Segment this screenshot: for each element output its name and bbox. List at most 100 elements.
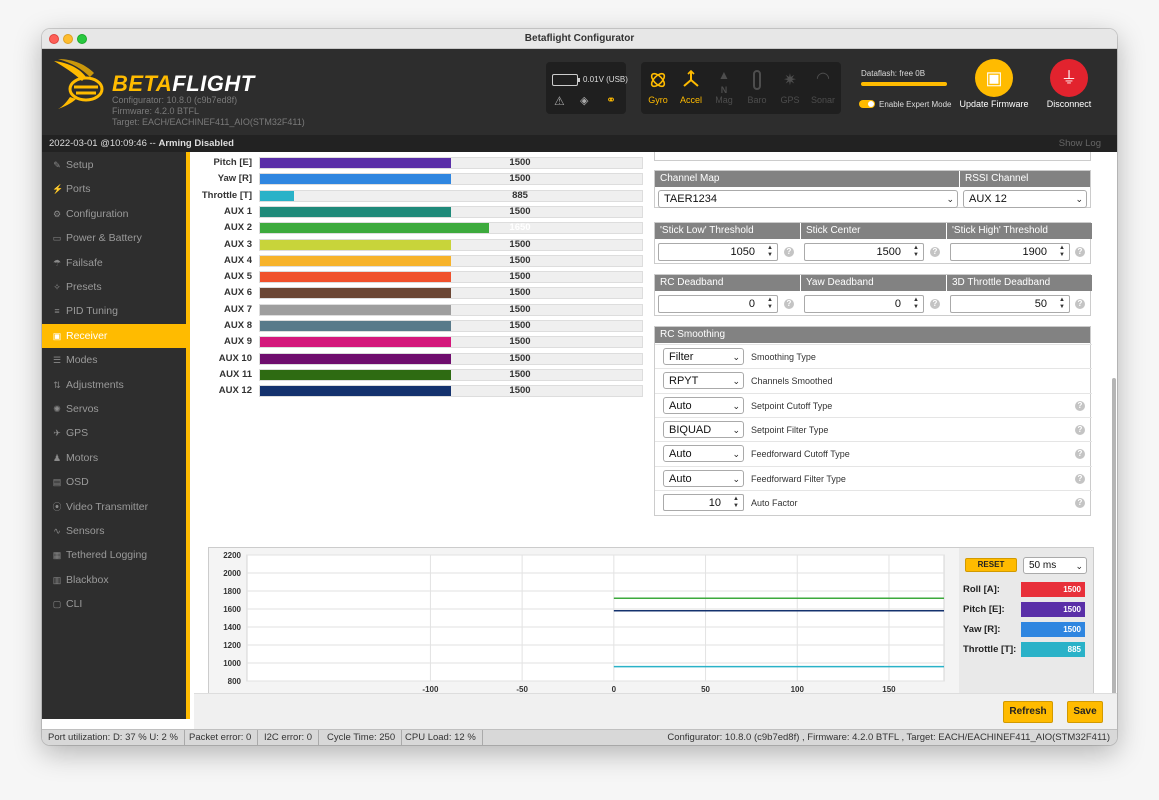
help-icon[interactable]: ? bbox=[1075, 400, 1085, 411]
sidebar-item-blackbox[interactable]: ▥ Blackbox bbox=[42, 568, 190, 592]
stick-low-input[interactable]: 1050 ▲ ▼ bbox=[658, 243, 778, 261]
status-timestamp: 2022-03-01 @10:09:46 -- bbox=[49, 138, 159, 149]
stick-low-header: 'Stick Low' Threshold bbox=[655, 223, 800, 239]
close-window-button[interactable] bbox=[49, 34, 59, 44]
sensor-label: Mag bbox=[715, 95, 733, 105]
sidebar-item-configuration[interactable]: ⚙ Configuration bbox=[42, 202, 190, 226]
sidebar-item-label: Failsafe bbox=[66, 256, 103, 269]
channel-bar: 1500 bbox=[259, 336, 643, 349]
graph-controls: RESET 50 ms ⌄ Roll [A]: 1500 Pitch [E]: 1500… bbox=[959, 548, 1093, 699]
channel-bar: 1500 bbox=[259, 368, 643, 381]
content-scrollbar[interactable] bbox=[1111, 152, 1117, 719]
help-icon[interactable]: ? bbox=[930, 299, 940, 309]
sidebar-item-label: Receiver bbox=[66, 329, 108, 342]
channel-row: AUX 12 1500 bbox=[194, 384, 654, 400]
smoothing-select[interactable]: RPYT ⌄ bbox=[663, 372, 744, 390]
channel-map-header: Channel Map bbox=[655, 171, 959, 187]
parachute-icon: ☂ bbox=[52, 257, 62, 268]
channel-value: 1500 bbox=[509, 368, 531, 380]
sidebar-item-modes[interactable]: ☰ Modes bbox=[42, 348, 190, 372]
smoothing-select[interactable]: BIQUAD ⌄ bbox=[663, 420, 744, 438]
channel-map-select[interactable]: TAER1234 ⌄ bbox=[658, 190, 958, 208]
sidebar-item-setup[interactable]: ✎ Setup bbox=[42, 153, 190, 177]
disconnect-button[interactable]: ⏚ Disconnect bbox=[1034, 59, 1104, 110]
rssi-channel-select[interactable]: AUX 12 ⌄ bbox=[963, 190, 1087, 208]
sidebar-item-servos[interactable]: ✺ Servos bbox=[42, 397, 190, 421]
expert-mode-toggle[interactable] bbox=[859, 100, 875, 108]
sonar-icon: ◠ bbox=[816, 70, 830, 87]
sidebar-item-gps[interactable]: ✈ GPS bbox=[42, 421, 190, 445]
channel-value: 1650 bbox=[509, 222, 531, 234]
yaw-deadband-header: Yaw Deadband bbox=[801, 275, 946, 291]
help-icon[interactable]: ? bbox=[1075, 247, 1085, 257]
channel-name: AUX 8 bbox=[224, 320, 252, 331]
show-log-link[interactable]: Show Log bbox=[1059, 135, 1101, 152]
sidebar-item-tethered-logging[interactable]: ▦ Tethered Logging bbox=[42, 543, 190, 567]
sidebar-item-cli[interactable]: ▢ CLI bbox=[42, 592, 190, 616]
sidebar-item-ports[interactable]: ⚡ Ports bbox=[42, 177, 190, 201]
channel-bar: 1500 bbox=[259, 352, 643, 365]
minimize-window-button[interactable] bbox=[63, 34, 73, 44]
refresh-button[interactable]: Refresh bbox=[1003, 701, 1053, 723]
sidebar-item-presets[interactable]: ✧ Presets bbox=[42, 275, 190, 299]
sidebar-item-label: CLI bbox=[66, 598, 83, 611]
help-icon[interactable]: ? bbox=[784, 299, 794, 309]
update-firmware-button[interactable]: ▣ Update Firmware bbox=[959, 59, 1029, 110]
sidebar-item-osd[interactable]: ▤ OSD bbox=[42, 470, 190, 494]
legend-label: Throttle [T]: bbox=[963, 644, 1017, 655]
smoothing-select[interactable]: Auto ⌄ bbox=[663, 469, 744, 487]
smoothing-select-value: Auto bbox=[669, 448, 692, 461]
sidebar-item-video-transmitter[interactable]: ⦿ Video Transmitter bbox=[42, 495, 190, 519]
log-icon: ▦ bbox=[52, 550, 62, 561]
sensor-panel: Gyro Accel ▲ N Mag Baro ✷ GPS ◠ Sonar bbox=[641, 62, 841, 114]
sidebar-item-label: OSD bbox=[66, 476, 89, 489]
help-icon[interactable]: ? bbox=[1075, 449, 1085, 460]
sidebar-item-failsafe[interactable]: ☂ Failsafe bbox=[42, 251, 190, 275]
help-icon[interactable]: ? bbox=[1075, 424, 1085, 435]
rc-deadband-input[interactable]: 0 ▲ ▼ bbox=[658, 295, 778, 313]
smoothing-select[interactable]: Auto ⌄ bbox=[663, 445, 744, 463]
sidebar-item-sensors[interactable]: ∿ Sensors bbox=[42, 519, 190, 543]
stick-high-input[interactable]: 1900 ▲ ▼ bbox=[950, 243, 1070, 261]
auto-factor-input[interactable]: 10 ▲ ▼ bbox=[663, 493, 744, 511]
reset-button[interactable]: RESET bbox=[965, 558, 1017, 572]
channel-name: AUX 3 bbox=[224, 238, 252, 250]
sidebar-item-receiver[interactable]: ▣ Receiver bbox=[42, 323, 190, 348]
sidebar-item-pid-tuning[interactable]: ≡ PID Tuning bbox=[42, 299, 190, 323]
save-button[interactable]: Save bbox=[1067, 701, 1103, 723]
legend-label: Pitch [E]: bbox=[963, 604, 1005, 615]
smoothing-select[interactable]: Auto ⌄ bbox=[663, 396, 744, 414]
osd-icon: ▤ bbox=[52, 477, 62, 488]
smoothing-row: Auto ⌄ Feedforward Cutoff Type? bbox=[655, 441, 1092, 465]
channel-value: 1500 bbox=[509, 385, 531, 397]
smoothing-label: Feedforward Filter Type bbox=[751, 473, 846, 484]
sensor-label: Gyro bbox=[648, 95, 668, 105]
help-icon[interactable]: ? bbox=[1075, 473, 1085, 484]
stick-center-input[interactable]: 1500 ▲ ▼ bbox=[804, 243, 924, 261]
smoothing-row: Auto ⌄ Feedforward Filter Type? bbox=[655, 465, 1092, 490]
sidebar-item-label: Modes bbox=[66, 354, 98, 367]
vtx-icon: ⦿ bbox=[52, 501, 62, 512]
help-icon[interactable]: ? bbox=[1075, 497, 1085, 508]
battery-icon: ▭ bbox=[52, 233, 62, 244]
window-title: Betaflight Configurator bbox=[524, 33, 635, 44]
channel-row: Throttle [T] 885 bbox=[194, 189, 654, 205]
help-icon[interactable]: ? bbox=[784, 247, 794, 257]
bee-logo-icon bbox=[54, 59, 104, 109]
sidebar-item-power-battery[interactable]: ▭ Power & Battery bbox=[42, 226, 190, 250]
throttle-deadband-input[interactable]: 50 ▲ ▼ bbox=[950, 295, 1070, 313]
sidebar-item-motors[interactable]: ♟ Motors bbox=[42, 446, 190, 470]
smoothing-label: Auto Factor bbox=[751, 497, 798, 508]
sidebar-item-adjustments[interactable]: ⇅ Adjustments bbox=[42, 373, 190, 397]
help-icon[interactable]: ? bbox=[1075, 299, 1085, 309]
channel-name: Throttle [T] bbox=[201, 189, 252, 201]
sidebar-item-label: Adjustments bbox=[66, 378, 124, 391]
maximize-window-button[interactable] bbox=[77, 34, 87, 44]
smoothing-select[interactable]: Filter ⌄ bbox=[663, 348, 744, 365]
help-icon[interactable]: ? bbox=[930, 247, 940, 257]
interval-select[interactable]: 50 ms ⌄ bbox=[1023, 557, 1087, 574]
yaw-deadband-input[interactable]: 0 ▲ ▼ bbox=[804, 295, 924, 313]
smoothing-row: Auto ⌄ Setpoint Cutoff Type? bbox=[655, 392, 1092, 417]
sensor-label: Sonar bbox=[810, 95, 836, 105]
scroll-thumb[interactable] bbox=[1112, 378, 1116, 713]
